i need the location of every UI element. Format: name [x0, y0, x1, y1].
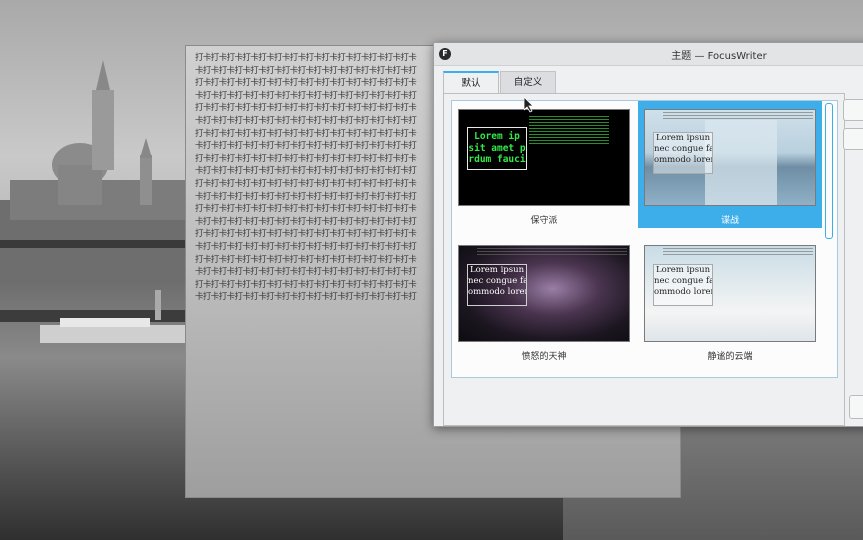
sample-line: nec congue fac: [654, 144, 713, 154]
document-line: 卡打卡打卡打卡打卡打卡打卡打卡打卡打卡打卡打卡打卡打卡打: [195, 292, 417, 303]
titlebar[interactable]: F 主题 — FocusWriter: [434, 43, 863, 66]
sample-line: nec congue fac: [654, 276, 713, 286]
sample-text: Lorem ipsun nec congue fac ommodo lorem.: [653, 132, 713, 174]
thumbnail-text-lines: [663, 248, 813, 256]
document-line: 打卡打卡打卡打卡打卡打卡打卡打卡打卡打卡打卡打卡打卡打卡: [195, 53, 417, 63]
document-line: 打卡打卡打卡打卡打卡打卡打卡打卡打卡打卡打卡打卡打卡打卡: [195, 254, 417, 265]
document-line: 卡打卡打卡打卡打卡打卡打卡打卡打卡打卡打卡打卡打卡打卡打: [195, 65, 417, 76]
theme-list[interactable]: Lorem ip sit amet p rdum fauci 保守派 Lorem…: [451, 100, 838, 378]
sample-line: Lorem ipsun: [655, 265, 711, 275]
document-text[interactable]: 打卡打卡打卡打卡打卡打卡打卡打卡打卡打卡打卡打卡打卡打卡 卡打卡打卡打卡打卡打卡打…: [195, 52, 440, 304]
sample-line: ommodo lorem.: [468, 287, 526, 297]
sample-line: sit amet p: [468, 142, 526, 154]
sample-text: Lorem ip sit amet p rdum fauci: [467, 127, 527, 170]
wallpaper-city-silhouette: [0, 60, 200, 280]
theme-thumbnail: Lorem ip sit amet p rdum fauci: [458, 109, 630, 206]
document-line: 打卡打卡打卡打卡打卡打卡打卡打卡打卡打卡打卡打卡打卡打卡: [195, 178, 417, 189]
theme-name: 静谧的云端: [707, 352, 753, 362]
document-line: 卡打卡打卡打卡打卡打卡打卡打卡打卡打卡打卡打卡打卡打卡打: [195, 115, 417, 126]
document-line: 打卡打卡打卡打卡打卡打卡打卡打卡打卡打卡打卡打卡打卡打卡: [195, 128, 417, 139]
edit-theme-button[interactable]: [843, 128, 863, 150]
theme-item-angry-gods[interactable]: Lorem ipsun nec congue fac ommodo lorem.…: [452, 237, 636, 364]
document-line: 卡打卡打卡打卡打卡打卡打卡打卡打卡打卡打卡打卡打卡打卡打: [195, 241, 417, 252]
document-line: 打卡打卡打卡打卡打卡打卡打卡打卡打卡打卡打卡打卡打卡打卡: [195, 204, 417, 215]
theme-name: 愤怒的天神: [521, 352, 567, 362]
theme-thumbnail: Lorem ipsun nec congue fac ommodo lorem.: [644, 245, 816, 342]
sample-line: ommodo lorem.: [654, 287, 712, 297]
sample-line: Lorem ipsun: [655, 133, 711, 143]
theme-item-conservative[interactable]: Lorem ip sit amet p rdum fauci 保守派: [452, 101, 636, 228]
theme-list-scrollbar[interactable]: [825, 103, 833, 239]
thumbnail-text-lines: [663, 112, 813, 120]
theme-name: 保守派: [530, 216, 558, 226]
sample-text: Lorem ipsun nec congue fac ommodo lorem.: [467, 264, 527, 306]
new-theme-button[interactable]: [843, 99, 863, 121]
document-line: 打卡打卡打卡打卡打卡打卡打卡打卡打卡打卡打卡打卡打卡打卡: [195, 153, 417, 164]
mouse-cursor-icon: [524, 97, 534, 113]
theme-name: 谍战: [720, 216, 739, 226]
sample-line: Lorem ipsun: [469, 265, 525, 275]
sample-line: rdum fauci: [468, 154, 526, 165]
sample-line: Lorem ip: [474, 131, 520, 142]
sample-text: Lorem ipsun nec congue fac ommodo lorem.: [653, 264, 713, 306]
thumbnail-text-lines: [529, 116, 609, 146]
document-line: 卡打卡打卡打卡打卡打卡打卡打卡打卡打卡打卡打卡打卡打卡打: [195, 141, 417, 152]
document-line: 打卡打卡打卡打卡打卡打卡打卡打卡打卡打卡打卡打卡打卡打卡: [195, 78, 417, 89]
dialog-action-button[interactable]: [849, 395, 863, 419]
sample-line: ommodo lorem.: [654, 155, 712, 165]
thumbnail-page: [705, 120, 777, 205]
theme-thumbnail: Lorem ipsun nec congue fac ommodo lorem.: [644, 109, 816, 206]
document-line: 卡打卡打卡打卡打卡打卡打卡打卡打卡打卡打卡打卡打卡打卡打: [195, 216, 417, 227]
thumbnail-text-lines: [477, 248, 627, 256]
document-line: 卡打卡打卡打卡打卡打卡打卡打卡打卡打卡打卡打卡打卡打卡打: [195, 267, 417, 278]
theme-dialog: F 主题 — FocusWriter 默认 自定义 Lorem ip sit a…: [433, 42, 863, 427]
tab-custom[interactable]: 自定义: [500, 71, 556, 94]
document-line: 打卡打卡打卡打卡打卡打卡打卡打卡打卡打卡打卡打卡打卡打卡: [195, 229, 417, 240]
theme-item-tranquil-clouds[interactable]: Lorem ipsun nec congue fac ommodo lorem.…: [638, 237, 822, 364]
document-line: 卡打卡打卡打卡打卡打卡打卡打卡打卡打卡打卡打卡打卡打卡打: [195, 90, 417, 101]
document-line: 卡打卡打卡打卡打卡打卡打卡打卡打卡打卡打卡打卡打卡打卡打: [195, 166, 417, 177]
wallpaper-boat: [0, 290, 200, 343]
theme-thumbnail: Lorem ipsun nec congue fac ommodo lorem.: [458, 245, 630, 342]
document-line: 卡打卡打卡打卡打卡打卡打卡打卡打卡打卡打卡打卡打卡打卡打: [195, 191, 417, 202]
sample-line: nec congue fac: [468, 276, 527, 286]
tab-default[interactable]: 默认: [443, 71, 499, 94]
theme-item-spy[interactable]: Lorem ipsun nec congue fac ommodo lorem.…: [638, 101, 822, 228]
document-line: 打卡打卡打卡打卡打卡打卡打卡打卡打卡打卡打卡打卡打卡打卡: [195, 103, 417, 114]
window-title: 主题 — FocusWriter: [671, 51, 767, 62]
document-line: 打卡打卡打卡打卡打卡打卡打卡打卡打卡打卡打卡打卡打卡打卡: [195, 279, 417, 290]
